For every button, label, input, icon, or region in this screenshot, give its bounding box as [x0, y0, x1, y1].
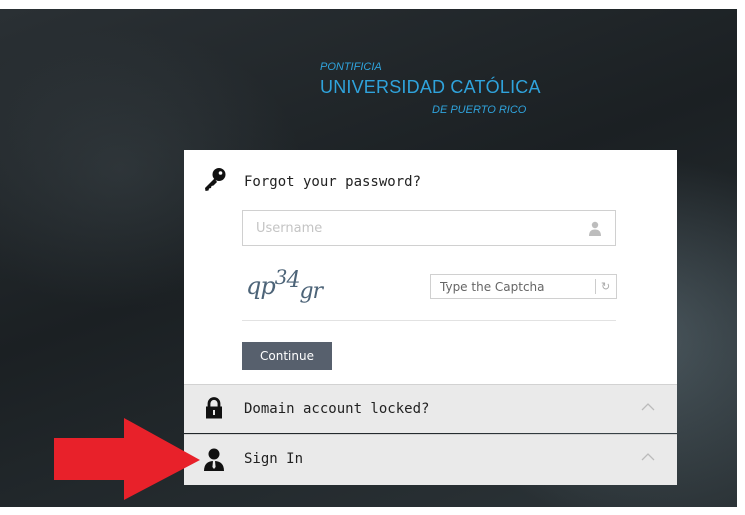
forgot-password-title: Forgot your password?	[244, 174, 422, 190]
panel-label: Domain account locked?	[244, 401, 430, 417]
person-icon	[204, 448, 224, 471]
lock-icon	[206, 397, 222, 419]
captcha-char: qp	[246, 272, 276, 300]
username-field[interactable]	[242, 210, 616, 246]
sign-in-panel[interactable]: Sign In	[184, 434, 677, 485]
captcha-char: 3	[274, 265, 288, 289]
key-icon	[205, 168, 226, 191]
chevron-up-icon[interactable]	[641, 452, 655, 462]
domain-account-locked-panel[interactable]: Domain account locked?	[184, 384, 677, 433]
refresh-captcha-button[interactable]: ↻	[595, 279, 610, 294]
refresh-icon: ↻	[601, 280, 611, 293]
user-icon	[589, 221, 601, 236]
captcha-field[interactable]: ↻	[430, 274, 617, 299]
captcha-char: 4	[286, 268, 300, 293]
panel-label: Sign In	[244, 451, 304, 467]
forgot-password-panel: Forgot your password? qp34gr ↻ Continue	[184, 150, 677, 384]
continue-button[interactable]: Continue	[242, 342, 332, 370]
divider	[242, 320, 616, 321]
logo-line-3: DE PUERTO RICO	[432, 104, 527, 116]
captcha-image: qp34gr	[246, 265, 323, 304]
captcha-char: gr	[299, 279, 323, 304]
captcha-input[interactable]	[431, 275, 590, 298]
logo-line-2: UNIVERSIDAD CATÓLICA	[320, 77, 541, 97]
logo-line-1: PONTIFICIA	[320, 61, 382, 73]
red-arrow-annotation	[54, 418, 200, 500]
username-input[interactable]	[243, 211, 586, 245]
chevron-up-icon[interactable]	[641, 402, 655, 412]
